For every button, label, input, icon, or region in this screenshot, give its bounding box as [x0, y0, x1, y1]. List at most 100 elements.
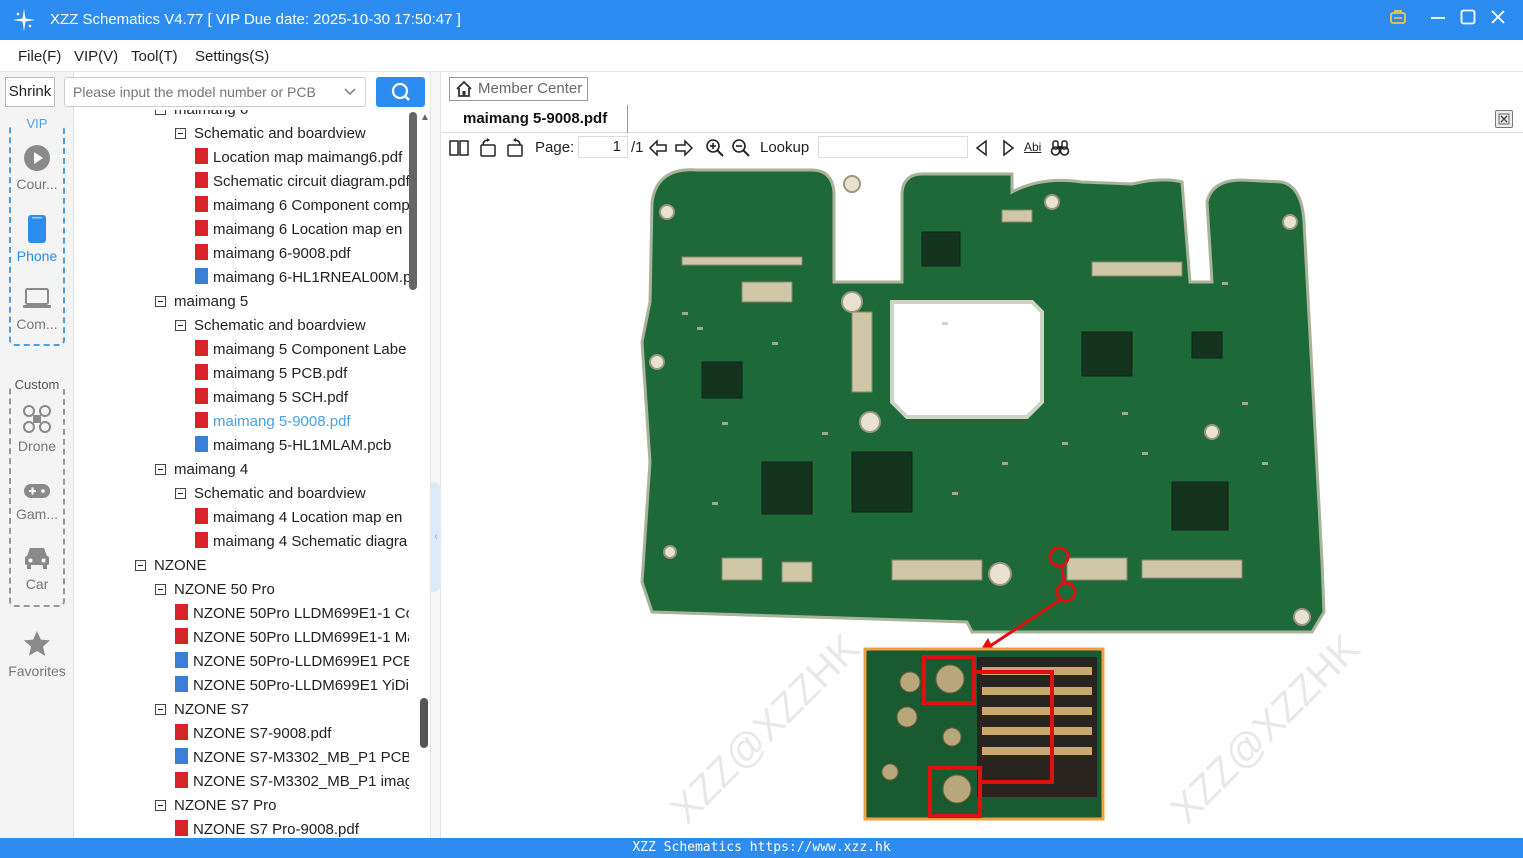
tree-folder[interactable]: Schematic and boardview [175, 482, 409, 506]
collapse-toggle-icon[interactable] [175, 319, 186, 331]
tree-file-pdf[interactable]: maimang 4 Schematic diagra [195, 530, 409, 554]
status-bar: XZZ Schematics https://www.xzz.hk [0, 838, 1523, 858]
tree-item-label: NZONE [154, 557, 207, 574]
menu-vip[interactable]: VIP(V) [74, 48, 118, 65]
tree-file-pdf[interactable]: maimang 5 Component Labe [195, 338, 409, 362]
member-center-button[interactable]: Member Center [449, 77, 588, 101]
tree-file-pdf[interactable]: maimang 5 PCB.pdf [195, 362, 409, 386]
tree-folder[interactable]: Schematic and boardview [175, 122, 409, 146]
nav-car[interactable]: Car [0, 544, 74, 592]
nav-favorites[interactable]: Favorites [0, 629, 74, 679]
tree-folder[interactable]: NZONE S7 [155, 698, 409, 722]
nav-car-label: Car [25, 576, 49, 592]
rotate-left-icon[interactable] [478, 138, 498, 158]
tree-folder[interactable]: maimang 4 [155, 458, 409, 482]
binoculars-icon[interactable] [1050, 138, 1070, 158]
shrink-button[interactable]: Shrink [5, 77, 55, 107]
menu-tool[interactable]: Tool(T) [131, 48, 178, 65]
zoom-in-icon[interactable] [705, 138, 725, 158]
tree-item-label: maimang 6-HL1RNEAL00M.pcb [213, 269, 409, 286]
nav-gaming[interactable]: Gam... [0, 480, 74, 522]
collapse-toggle-icon[interactable] [155, 703, 166, 715]
model-search-input[interactable] [65, 78, 325, 106]
menu-file[interactable]: File(F) [18, 48, 61, 65]
page-number-input[interactable]: 1 [578, 136, 628, 158]
collapse-toggle-icon[interactable] [155, 463, 166, 475]
rotate-right-icon[interactable] [505, 138, 525, 158]
tree-item-label: NZONE S7 [174, 701, 250, 718]
document-tabs: maimang 5-9008.pdf [442, 105, 1523, 133]
nav-phone[interactable]: Phone [0, 214, 74, 264]
tree-file-pcb[interactable]: maimang 6-HL1RNEAL00M.pcb [195, 266, 409, 290]
collapse-toggle-icon[interactable] [155, 799, 166, 811]
maximize-icon[interactable] [1456, 8, 1480, 32]
gamepad-icon [24, 484, 50, 498]
tree-file-pcb[interactable]: NZONE S7-M3302_MB_P1 PCB I [175, 746, 409, 770]
prev-page-icon[interactable] [648, 138, 668, 158]
member-center-label: Member Center [478, 80, 583, 97]
collapse-toggle-icon[interactable] [155, 295, 166, 307]
collapse-toggle-icon[interactable] [155, 110, 166, 115]
nav-courses-label: Cour... [16, 176, 58, 192]
tree-item-label: NZONE S7-M3302_MB_P1 PCB I [193, 749, 409, 766]
tree-item-label: NZONE 50Pro-LLDM699E1 PCB [193, 653, 409, 670]
next-page-icon[interactable] [674, 138, 694, 158]
home-icon [456, 80, 472, 97]
tree-file-pdf[interactable]: NZONE S7-M3302_MB_P1 imag [175, 770, 409, 794]
tab-active-document[interactable]: maimang 5-9008.pdf [450, 105, 628, 133]
menu-settings[interactable]: Settings(S) [195, 48, 269, 65]
tree-file-pdf[interactable]: maimang 5 SCH.pdf [195, 386, 409, 410]
lookup-input[interactable] [818, 136, 968, 158]
scroll-up-icon[interactable]: ▲ [420, 112, 430, 123]
tree-file-pdf[interactable]: NZONE 50Pro LLDM699E1-1 Ma [175, 626, 409, 650]
minimize-icon[interactable] [1426, 8, 1450, 32]
tree-file-pcb[interactable]: NZONE 50Pro-LLDM699E1 YiDi [175, 674, 409, 698]
tree-file-pdf[interactable]: maimang 4 Location map en [195, 506, 409, 530]
close-icon[interactable] [1486, 8, 1510, 32]
pcb-file-icon [175, 676, 188, 693]
tree-folder[interactable]: NZONE [135, 554, 409, 578]
phone-icon [28, 215, 46, 243]
two-page-view-icon[interactable] [449, 138, 469, 158]
tree-file-pdf[interactable]: NZONE S7 Pro-9008.pdf [175, 818, 409, 838]
tree-file-pdf[interactable]: Schematic circuit diagram.pdf [195, 170, 409, 194]
nav-drone[interactable]: Drone [0, 404, 74, 454]
panel-splitter[interactable]: ‹ [430, 72, 441, 838]
tree-file-pcb[interactable]: NZONE 50Pro-LLDM699E1 PCB [175, 650, 409, 674]
find-previous-icon[interactable] [972, 138, 992, 158]
tree-file-pdf[interactable]: NZONE 50Pro LLDM699E1-1 Co [175, 602, 409, 626]
nav-courses[interactable]: Cour... [0, 144, 74, 192]
collapse-toggle-icon[interactable] [155, 583, 166, 595]
tree-file-pdf[interactable]: maimang 5-9008.pdf [195, 410, 409, 434]
tree-scrollbar-thumb[interactable] [420, 698, 428, 748]
tree-file-pcb[interactable]: maimang 5-HL1MLAM.pcb [195, 434, 409, 458]
pcb-file-icon [175, 652, 188, 669]
tree-folder[interactable]: maimang 6 [155, 110, 409, 122]
tree-folder[interactable]: NZONE 50 Pro [155, 578, 409, 602]
find-next-icon[interactable] [998, 138, 1018, 158]
close-tab-icon[interactable] [1495, 110, 1513, 128]
model-search-box[interactable] [64, 77, 366, 107]
collapse-handle-icon[interactable]: ‹ [431, 482, 441, 592]
match-word-icon[interactable]: Abi [1024, 140, 1041, 154]
tree-item-label: NZONE 50 Pro [174, 581, 275, 598]
tree-file-pdf[interactable]: maimang 6 Location map en [195, 218, 409, 242]
tree-scrollbar-inner[interactable] [409, 112, 417, 290]
vip-badge-icon[interactable] [1386, 8, 1410, 32]
tree-file-pdf[interactable]: maimang 6 Component compa [195, 194, 409, 218]
collapse-toggle-icon[interactable] [135, 559, 146, 571]
tree-file-pdf[interactable]: maimang 6-9008.pdf [195, 242, 409, 266]
collapse-toggle-icon[interactable] [175, 127, 186, 139]
tree-folder[interactable]: maimang 5 [155, 290, 409, 314]
pdf-viewer[interactable]: XZZ@XZZHK XZZ@XZZHK [442, 162, 1523, 838]
tree-folder[interactable]: Schematic and boardview [175, 314, 409, 338]
chevron-down-icon[interactable] [343, 84, 357, 98]
collapse-toggle-icon[interactable] [175, 487, 186, 499]
nav-computer[interactable]: Com... [0, 286, 74, 332]
tree-file-pdf[interactable]: NZONE S7-9008.pdf [175, 722, 409, 746]
tree-file-pdf[interactable]: Location map maimang6.pdf [195, 146, 409, 170]
search-button[interactable] [376, 77, 425, 107]
tree-item-label: NZONE S7-9008.pdf [193, 725, 332, 742]
zoom-out-icon[interactable] [731, 138, 751, 158]
tree-folder[interactable]: NZONE S7 Pro [155, 794, 409, 818]
